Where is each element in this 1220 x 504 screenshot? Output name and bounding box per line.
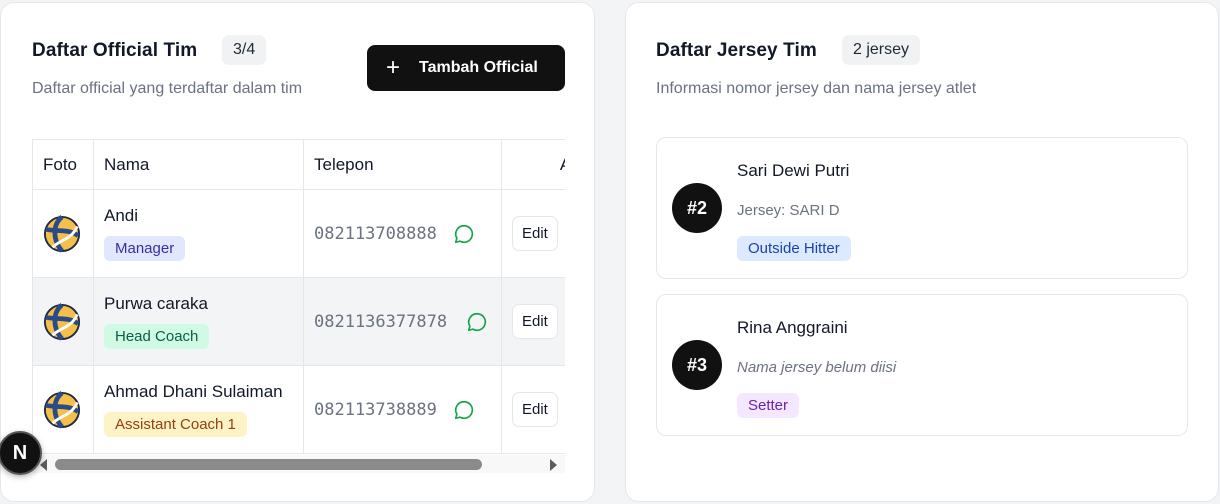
plus-icon: + bbox=[385, 54, 400, 81]
jerseys-subtitle: Informasi nomor jersey dan nama jersey a… bbox=[656, 80, 977, 97]
position-badge: Setter bbox=[737, 393, 800, 418]
jerseys-title: Daftar Jersey Tim bbox=[656, 40, 817, 61]
whatsapp-icon[interactable] bbox=[466, 311, 488, 333]
column-header-aksi: Aksi bbox=[501, 139, 565, 190]
jersey-item: #2 Sari Dewi Putri Jersey: SARI D Outsid… bbox=[656, 137, 1188, 279]
column-header-telepon: Telepon bbox=[303, 139, 502, 190]
edit-button[interactable]: Edit bbox=[512, 304, 558, 339]
horizontal-scrollbar[interactable] bbox=[32, 455, 565, 473]
role-badge: Manager bbox=[104, 236, 186, 261]
column-header-nama: Nama bbox=[93, 139, 304, 190]
officials-count-badge: 3/4 bbox=[222, 35, 267, 65]
action-cell: Edit bbox=[501, 365, 565, 454]
column-header-foto: Foto bbox=[32, 139, 94, 190]
athlete-name: Sari Dewi Putri bbox=[737, 161, 850, 180]
official-name: Ahmad Dhani Sulaiman bbox=[104, 382, 283, 401]
action-cell: Edit bbox=[501, 277, 565, 366]
jerseys-card: Daftar Jersey Tim 2 jersey Informasi nom… bbox=[625, 2, 1219, 502]
jersey-name: Nama jersey belum diisi bbox=[737, 359, 897, 376]
officials-card: Daftar Official Tim 3/4 Daftar official … bbox=[0, 2, 595, 502]
official-name: Andi bbox=[104, 206, 139, 225]
phone-number: 082113738889 bbox=[314, 399, 437, 420]
photo-cell bbox=[32, 189, 94, 278]
jersey-number-badge: #2 bbox=[672, 183, 722, 233]
athlete-name: Rina Anggraini bbox=[737, 318, 848, 337]
phone-number: 082113708888 bbox=[314, 223, 437, 244]
role-badge: Assistant Coach 1 bbox=[104, 412, 247, 437]
whatsapp-icon[interactable] bbox=[453, 223, 475, 245]
scrollbar-thumb[interactable] bbox=[55, 459, 482, 470]
official-name: Purwa caraka bbox=[104, 294, 208, 313]
officials-title: Daftar Official Tim bbox=[32, 40, 198, 61]
jersey-name: Jersey: SARI D bbox=[737, 202, 840, 219]
nextjs-dev-badge[interactable]: N bbox=[0, 431, 42, 475]
photo-cell bbox=[32, 365, 94, 454]
table-row: Purwa caraka Head Coach 0821136377878 Ed… bbox=[32, 277, 565, 366]
phone-cell: 082113738889 bbox=[303, 365, 502, 454]
name-cell: Andi Manager bbox=[93, 189, 304, 278]
scroll-left-arrow-icon[interactable] bbox=[40, 459, 47, 471]
action-cell: Edit bbox=[501, 189, 565, 278]
add-official-label: Tambah Official bbox=[419, 59, 538, 76]
table-row: Ahmad Dhani Sulaiman Assistant Coach 1 0… bbox=[32, 365, 565, 454]
volleyball-icon bbox=[43, 214, 81, 253]
edit-button[interactable]: Edit bbox=[512, 216, 558, 251]
name-cell: Purwa caraka Head Coach bbox=[93, 277, 304, 366]
phone-number: 0821136377878 bbox=[314, 311, 448, 332]
photo-cell bbox=[32, 277, 94, 366]
position-badge: Outside Hitter bbox=[737, 236, 851, 261]
scroll-right-arrow-icon[interactable] bbox=[550, 459, 557, 471]
officials-table: Foto Nama Telepon Aksi bbox=[32, 139, 565, 454]
volleyball-icon bbox=[43, 390, 81, 429]
volleyball-icon bbox=[43, 302, 81, 341]
role-badge: Head Coach bbox=[104, 324, 210, 349]
officials-table-container: Foto Nama Telepon Aksi bbox=[32, 139, 565, 475]
add-official-button[interactable]: + Tambah Official bbox=[367, 45, 565, 91]
jersey-number-badge: #3 bbox=[672, 340, 722, 390]
whatsapp-icon[interactable] bbox=[453, 399, 475, 421]
phone-cell: 0821136377878 bbox=[303, 277, 502, 366]
name-cell: Ahmad Dhani Sulaiman Assistant Coach 1 bbox=[93, 365, 304, 454]
table-header-row: Foto Nama Telepon Aksi bbox=[32, 139, 565, 190]
table-row: Andi Manager 082113708888 Edit bbox=[32, 189, 565, 278]
officials-subtitle: Daftar official yang terdaftar dalam tim bbox=[32, 80, 303, 97]
phone-cell: 082113708888 bbox=[303, 189, 502, 278]
edit-button[interactable]: Edit bbox=[512, 392, 558, 427]
jerseys-count-badge: 2 jersey bbox=[842, 35, 921, 65]
jersey-item: #3 Rina Anggraini Nama jersey belum diis… bbox=[656, 294, 1188, 436]
